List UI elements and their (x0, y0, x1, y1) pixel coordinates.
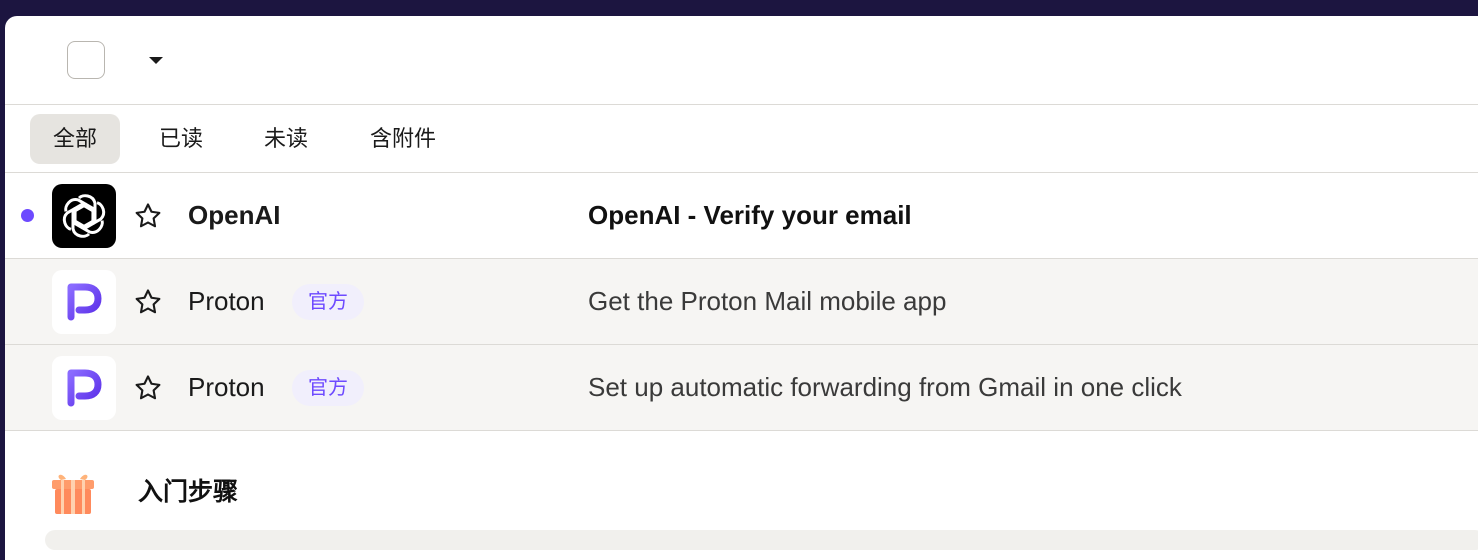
star-icon[interactable] (133, 373, 163, 403)
mail-sender: Proton (188, 372, 265, 402)
filter-bar: 全部 已读 未读 含附件 (5, 105, 1478, 173)
proton-logo-icon (52, 356, 116, 420)
mail-subject: OpenAI - Verify your email (588, 200, 912, 230)
star-icon[interactable] (133, 287, 163, 317)
mail-subject: Get the Proton Mail mobile app (588, 286, 947, 316)
star-icon[interactable] (133, 201, 163, 231)
filter-all[interactable]: 全部 (30, 114, 120, 164)
getting-started-progress (45, 530, 1478, 550)
getting-started-title: 入门步骤 (138, 478, 239, 506)
filter-attachments[interactable]: 含附件 (355, 114, 451, 164)
mail-sender: Proton (188, 286, 265, 316)
mail-row[interactable]: Proton 官方 Set up automatic forwarding fr… (5, 345, 1478, 431)
gift-icon (49, 468, 97, 516)
filter-unread[interactable]: 未读 (250, 114, 322, 164)
openai-logo-icon (52, 184, 116, 248)
mail-subject: Set up automatic forwarding from Gmail i… (588, 372, 1182, 402)
unread-indicator (21, 209, 34, 222)
mail-row[interactable]: OpenAI OpenAI - Verify your email (5, 173, 1478, 259)
getting-started-section[interactable]: 入门步骤 (5, 432, 1478, 532)
official-badge: 官方 (292, 370, 364, 406)
mail-list-panel: 全部 已读 未读 含附件 OpenAI OpenAI - Verify your… (5, 16, 1478, 560)
chevron-down-icon[interactable] (149, 57, 163, 64)
select-all-checkbox[interactable] (67, 41, 105, 79)
mail-sender: OpenAI (188, 200, 281, 230)
official-badge: 官方 (292, 284, 364, 320)
proton-logo-icon (52, 270, 116, 334)
mail-toolbar (5, 16, 1478, 105)
filter-read[interactable]: 已读 (145, 114, 217, 164)
mail-row[interactable]: Proton 官方 Get the Proton Mail mobile app (5, 259, 1478, 345)
